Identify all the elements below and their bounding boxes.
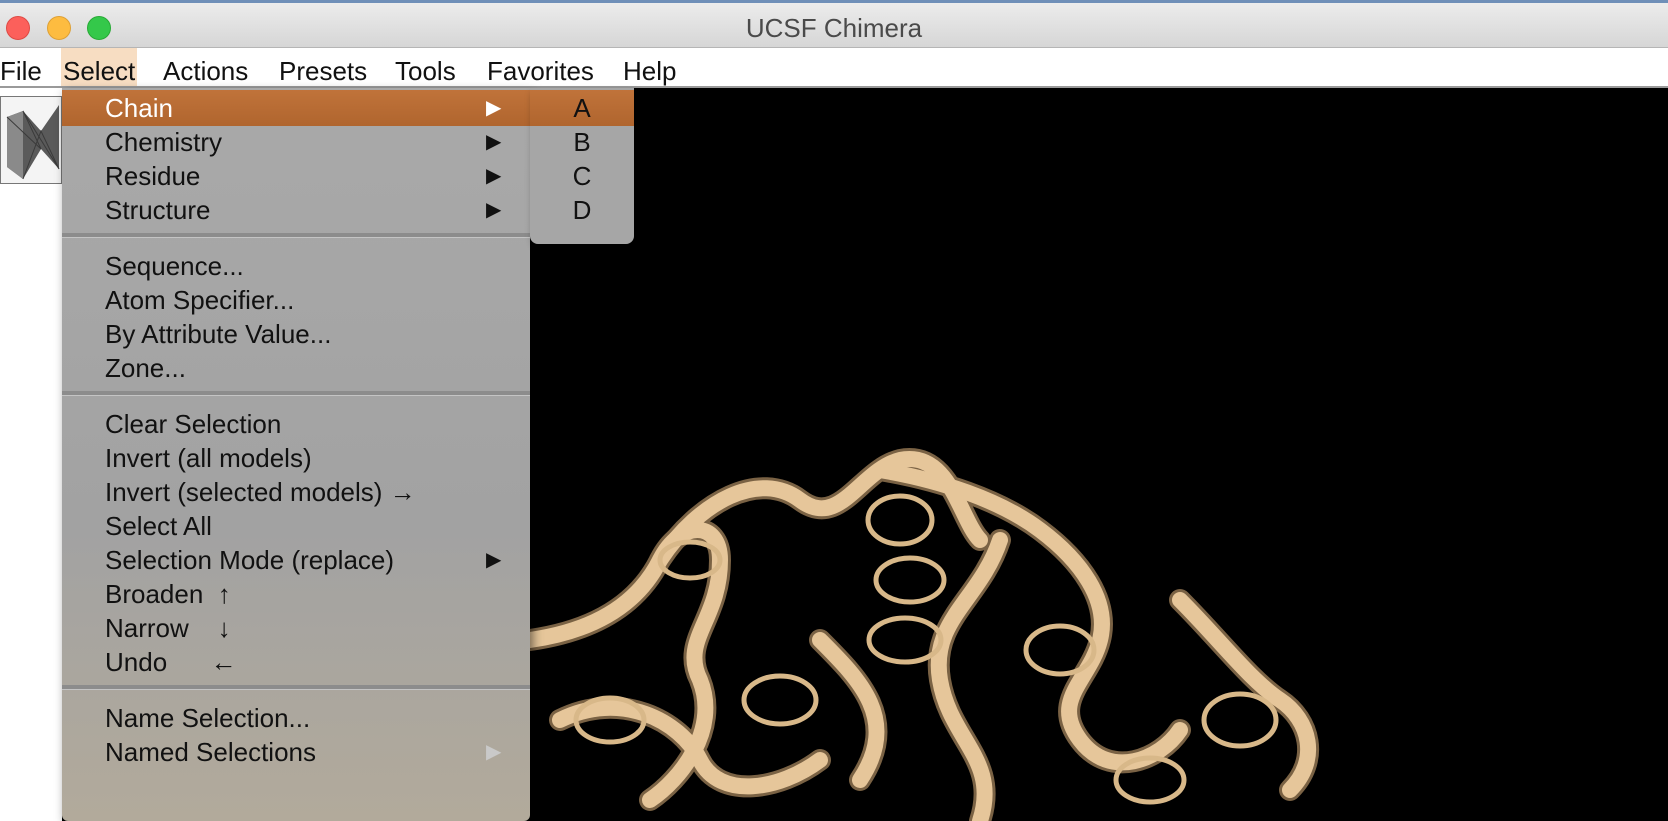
menu-separator <box>62 391 530 396</box>
menu-item-undo[interactable]: Undo ← <box>62 644 530 680</box>
submenu-arrow-icon: ▶ <box>486 741 502 763</box>
menu-item-structure[interactable]: Structure ▶ <box>62 192 530 228</box>
menu-item-chain[interactable]: Chain ▶ <box>62 90 530 126</box>
chain-item-a[interactable]: A <box>530 90 634 126</box>
menu-item-select-all[interactable]: Select All <box>62 508 530 544</box>
menu-favorites[interactable]: Favorites <box>485 48 596 86</box>
menu-item-label: Chain <box>105 93 173 123</box>
model-panel <box>0 88 62 821</box>
menu-item-named-selections: Named Selections ▶ <box>62 734 530 770</box>
submenu-arrow-icon: ▶ <box>486 165 502 187</box>
menu-item-residue[interactable]: Residue ▶ <box>62 158 530 194</box>
menu-item-label: Chemistry <box>105 127 223 157</box>
menu-separator <box>62 233 530 238</box>
submenu-arrow-icon: ▶ <box>486 549 502 571</box>
menu-item-by-attribute-value[interactable]: By Attribute Value... <box>62 316 530 352</box>
menu-actions[interactable]: Actions <box>161 48 250 86</box>
chain-item-d[interactable]: D <box>530 192 634 228</box>
menu-select[interactable]: Select <box>61 48 138 86</box>
menu-item-label: Structure <box>105 195 211 225</box>
chain-item-c[interactable]: C <box>530 158 634 194</box>
menu-help[interactable]: Help <box>621 48 678 86</box>
menu-item-chemistry[interactable]: Chemistry ▶ <box>62 124 530 160</box>
menu-item-sequence[interactable]: Sequence... <box>62 248 530 284</box>
select-menu: Chain ▶ Chemistry ▶ Residue ▶ Structure … <box>62 88 530 821</box>
menu-item-invert-selected-models[interactable]: Invert (selected models) → <box>62 474 530 510</box>
menu-item-broaden[interactable]: Broaden ↑ <box>62 576 530 612</box>
submenu-arrow-icon: ▶ <box>486 199 502 221</box>
title-bar: UCSF Chimera <box>0 0 1668 48</box>
menu-item-label: Residue <box>105 161 201 191</box>
menu-bar: File Select Actions Presets Tools Favori… <box>0 48 1668 88</box>
chain-item-b[interactable]: B <box>530 124 634 160</box>
menu-file[interactable]: File <box>0 48 44 86</box>
menu-item-name-selection[interactable]: Name Selection... <box>62 700 530 736</box>
menu-item-clear-selection[interactable]: Clear Selection <box>62 406 530 442</box>
chain-submenu: A B C D <box>530 88 634 244</box>
menu-item-label: Selection Mode (replace) <box>105 545 395 575</box>
menu-item-selection-mode[interactable]: Selection Mode (replace) ▶ <box>62 542 530 578</box>
menu-item-narrow[interactable]: Narrow ↓ <box>62 610 530 646</box>
window-title: UCSF Chimera <box>745 13 923 43</box>
menu-presets[interactable]: Presets <box>277 48 369 86</box>
menu-item-label: Named Selections <box>105 737 316 767</box>
menu-item-invert-all-models[interactable]: Invert (all models) <box>62 440 530 476</box>
menu-item-atom-specifier[interactable]: Atom Specifier... <box>62 282 530 318</box>
submenu-arrow-icon: ▶ <box>486 97 502 119</box>
model-thumbnail[interactable] <box>0 96 62 184</box>
menu-tools[interactable]: Tools <box>393 48 458 86</box>
menu-item-zone[interactable]: Zone... <box>62 350 530 386</box>
menu-separator <box>62 685 530 690</box>
submenu-arrow-icon: ▶ <box>486 131 502 153</box>
